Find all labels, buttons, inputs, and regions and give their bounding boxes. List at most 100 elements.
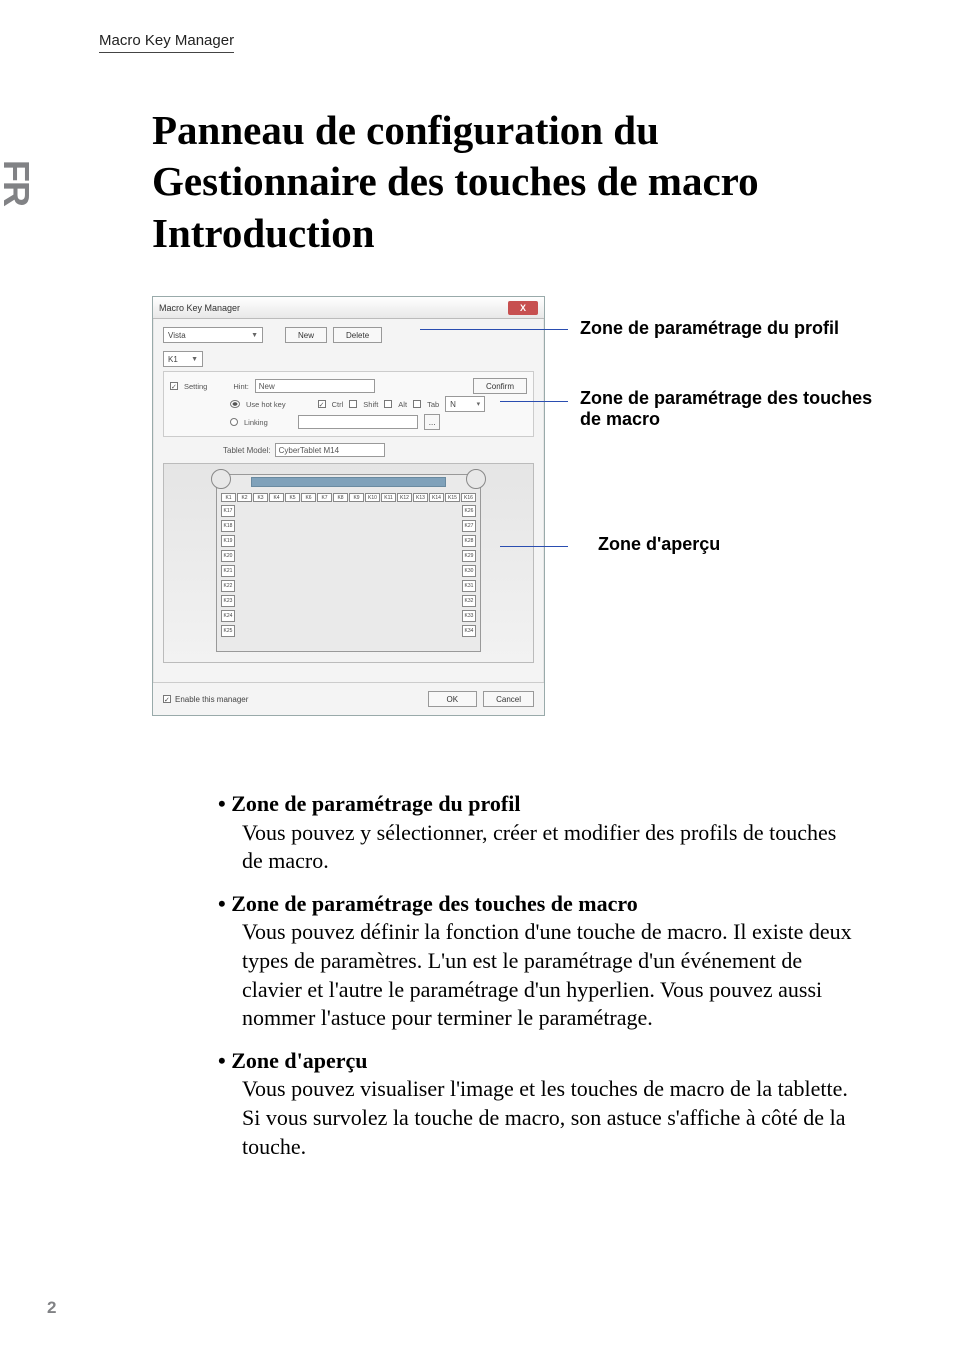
callout-profile-area: Zone de paramétrage du profil	[580, 318, 839, 339]
preview-left-key-col: K17 K18 K19 K20 K21 K22 K23 K24 K25	[221, 505, 235, 637]
header-title: Macro Key Manager	[99, 32, 234, 53]
window-titlebar: Macro Key Manager X	[153, 297, 544, 319]
linking-path-input[interactable]	[298, 415, 418, 429]
cancel-button[interactable]: Cancel	[483, 691, 534, 707]
preview-key[interactable]: K34	[462, 625, 476, 637]
preview-key[interactable]: K19	[221, 535, 235, 547]
preview-key[interactable]: K11	[381, 493, 396, 502]
close-button[interactable]: X	[508, 301, 538, 315]
ctrl-label: Ctrl	[332, 400, 344, 409]
shift-checkbox[interactable]	[349, 400, 357, 408]
chevron-down-icon: ▼	[251, 332, 258, 339]
tablet-model-label: Tablet Model:	[223, 446, 271, 455]
preview-key[interactable]: K2	[237, 493, 252, 502]
bullet-text: Vous pouvez définir la fonction d'une to…	[242, 918, 858, 1032]
callout-line	[500, 546, 568, 547]
preview-key[interactable]: K17	[221, 505, 235, 517]
tablet-corner-icon	[211, 469, 231, 489]
preview-key[interactable]: K23	[221, 595, 235, 607]
preview-key[interactable]: K4	[269, 493, 284, 502]
setting-checkbox[interactable]	[170, 382, 178, 390]
tablet-model-value: CyberTablet M14	[275, 443, 385, 457]
setting-checkbox-label: Setting	[184, 382, 207, 391]
preview-key[interactable]: K7	[317, 493, 332, 502]
page-number: 2	[47, 1298, 56, 1318]
preview-key[interactable]: K27	[462, 520, 476, 532]
enable-manager-label: Enable this manager	[175, 695, 248, 704]
key-select[interactable]: K1 ▼	[163, 351, 203, 367]
bullet-heading: Zone de paramétrage du profil	[218, 790, 858, 819]
key-value: N	[450, 400, 456, 409]
preview-key[interactable]: K31	[462, 580, 476, 592]
delete-profile-button[interactable]: Delete	[333, 327, 382, 343]
preview-key[interactable]: K28	[462, 535, 476, 547]
hint-label: Hint:	[233, 382, 248, 391]
tablet-frame: K1K2K3K4K5K6K7K8K9K10K11K12K13K14K15K16 …	[216, 474, 481, 652]
hotkey-radio-label: Use hot key	[246, 400, 286, 409]
tab-label: Tab	[427, 400, 439, 409]
preview-key[interactable]: K13	[413, 493, 428, 502]
callout-macro-key-area: Zone de paramétrage des touches de macro	[580, 388, 880, 430]
preview-key[interactable]: K8	[333, 493, 348, 502]
preview-key[interactable]: K30	[462, 565, 476, 577]
preview-key[interactable]: K33	[462, 610, 476, 622]
ok-button[interactable]: OK	[428, 691, 478, 707]
preview-key[interactable]: K18	[221, 520, 235, 532]
alt-label: Alt	[398, 400, 407, 409]
app-window: Macro Key Manager X Vista ▼ New Delete K…	[152, 296, 545, 716]
bullet-list: Zone de paramétrage du profil Vous pouve…	[218, 790, 858, 1175]
enable-manager-checkbox[interactable]	[163, 695, 171, 703]
preview-key[interactable]: K1	[221, 493, 236, 502]
profile-select-value: Vista	[168, 331, 186, 340]
preview-key[interactable]: K16	[461, 493, 476, 502]
preview-key[interactable]: K6	[301, 493, 316, 502]
shift-label: Shift	[363, 400, 378, 409]
browse-button[interactable]: ...	[424, 414, 441, 430]
window-title: Macro Key Manager	[159, 303, 240, 313]
new-profile-button[interactable]: New	[285, 327, 327, 343]
bullet-heading: Zone d'aperçu	[218, 1047, 858, 1076]
linking-radio[interactable]	[230, 418, 238, 426]
preview-key[interactable]: K24	[221, 610, 235, 622]
macro-key-setting-area: Setting Hint: New Confirm Use hot key Ct…	[163, 371, 534, 437]
ctrl-checkbox[interactable]	[318, 400, 326, 408]
hint-input[interactable]: New	[255, 379, 375, 393]
list-item: Zone d'aperçu Vous pouvez visualiser l'i…	[218, 1047, 858, 1161]
preview-area: K1K2K3K4K5K6K7K8K9K10K11K12K13K14K15K16 …	[163, 463, 534, 663]
tablet-model-row: Tablet Model: CyberTablet M14	[163, 443, 534, 457]
chevron-down-icon: ▼	[191, 356, 198, 363]
preview-key[interactable]: K26	[462, 505, 476, 517]
chevron-down-icon: ▾	[477, 400, 481, 408]
preview-right-key-col: K26 K27 K28 K29 K30 K31 K32 K33 K34	[462, 505, 476, 637]
confirm-button[interactable]: Confirm	[473, 378, 527, 394]
preview-key[interactable]: K20	[221, 550, 235, 562]
profile-select[interactable]: Vista ▼	[163, 327, 263, 343]
preview-key[interactable]: K3	[253, 493, 268, 502]
list-item: Zone de paramétrage du profil Vous pouve…	[218, 790, 858, 876]
preview-key[interactable]: K32	[462, 595, 476, 607]
preview-key[interactable]: K29	[462, 550, 476, 562]
hotkey-radio[interactable]	[230, 400, 240, 408]
bullet-text: Vous pouvez visualiser l'image et les to…	[242, 1075, 858, 1161]
linking-radio-label: Linking	[244, 418, 268, 427]
bullet-heading: Zone de paramétrage des touches de macro	[218, 890, 858, 919]
preview-key[interactable]: K5	[285, 493, 300, 502]
alt-checkbox[interactable]	[384, 400, 392, 408]
page-title: Panneau de configuration du Gestionnaire…	[152, 105, 872, 259]
tablet-top-strip	[251, 477, 446, 487]
preview-key[interactable]: K15	[445, 493, 460, 502]
preview-key[interactable]: K25	[221, 625, 235, 637]
preview-key[interactable]: K21	[221, 565, 235, 577]
preview-key[interactable]: K12	[397, 493, 412, 502]
key-select-value: K1	[168, 355, 178, 364]
window-footer: Enable this manager OK Cancel	[153, 682, 544, 715]
callout-line	[420, 329, 568, 330]
key-value-select[interactable]: N ▾	[445, 396, 485, 412]
preview-key[interactable]: K14	[429, 493, 444, 502]
preview-top-key-row: K1K2K3K4K5K6K7K8K9K10K11K12K13K14K15K16	[221, 493, 476, 502]
preview-key[interactable]: K9	[349, 493, 364, 502]
preview-key[interactable]: K10	[365, 493, 380, 502]
preview-key[interactable]: K22	[221, 580, 235, 592]
profile-area: Vista ▼ New Delete	[153, 319, 544, 351]
tab-checkbox[interactable]	[413, 400, 421, 408]
